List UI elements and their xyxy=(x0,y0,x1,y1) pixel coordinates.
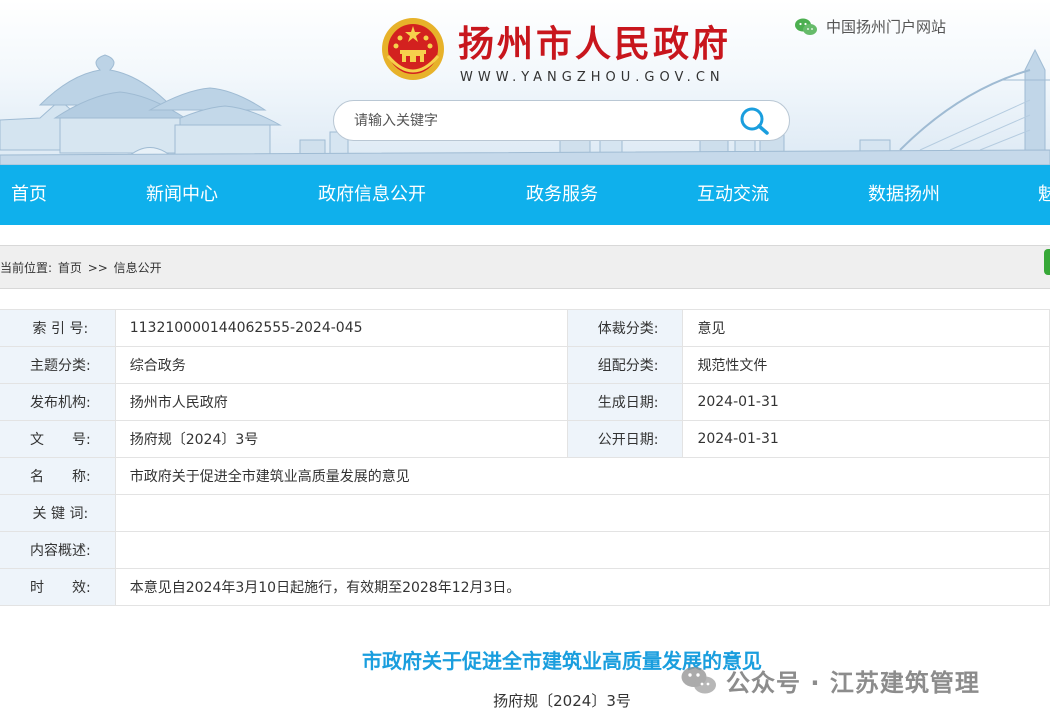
table-row: 发布机构: 扬州市人民政府 生成日期: 2024-01-31 xyxy=(0,383,1050,421)
created-value: 2024-01-31 xyxy=(682,383,1050,421)
breadcrumb-current[interactable]: 信息公开 xyxy=(114,261,162,275)
issuer-label-cell: 发布机构: xyxy=(0,383,116,421)
genre-value: 意见 xyxy=(682,309,1050,347)
table-row: 内容概述: xyxy=(0,531,1050,569)
table-row: 主题分类: 综合政务 组配分类: 规范性文件 xyxy=(0,346,1050,384)
table-row: 名 称: 市政府关于促进全市建筑业高质量发展的意见 xyxy=(0,457,1050,495)
topic-label-cell: 主题分类: xyxy=(0,346,116,384)
index-value: 113210000144062555-2024-045 xyxy=(114,309,568,347)
national-emblem-icon xyxy=(382,18,444,80)
nav-item-home[interactable]: 首页 xyxy=(11,165,47,225)
portal-link[interactable]: 中国扬州门户网站 xyxy=(794,16,946,37)
summary-label: 内容概述: xyxy=(30,543,91,559)
breadcrumb-separator: >> xyxy=(87,261,108,275)
docno-label-cell: 文 号: xyxy=(0,420,116,458)
nav-item-services[interactable]: 政务服务 xyxy=(526,165,598,225)
public-label: 公开日期: xyxy=(597,432,659,448)
nav-item-data[interactable]: 数据扬州 xyxy=(868,165,940,225)
wechat-watermark-icon xyxy=(681,666,716,693)
summary-value xyxy=(114,531,1050,569)
site-url: WWW.YANGZHOU.GOV.CN xyxy=(460,70,725,85)
public-label-cell: 公开日期: xyxy=(566,420,684,458)
side-tab[interactable] xyxy=(1044,249,1050,275)
breadcrumb: 当前位置: 首页 >> 信息公开 xyxy=(0,259,164,276)
table-row: 索 引 号: 113210000144062555-2024-045 体裁分类:… xyxy=(0,309,1050,347)
nav-item-news[interactable]: 新闻中心 xyxy=(146,165,218,225)
table-row: 时 效: 本意见自2024年3月10日起施行，有效期至2028年12月3日。 xyxy=(0,568,1050,606)
name-label-a: 名 xyxy=(30,469,44,485)
wechat-icon xyxy=(795,18,817,35)
main-nav: 首页 新闻中心 政府信息公开 政务服务 互动交流 数据扬州 魅 xyxy=(0,165,1050,225)
breadcrumb-prefix: 当前位置: xyxy=(0,261,53,275)
search-input[interactable] xyxy=(354,111,724,131)
topic-value: 综合政务 xyxy=(114,346,568,384)
nav-item-interaction[interactable]: 互动交流 xyxy=(697,165,769,225)
breadcrumb-home[interactable]: 首页 xyxy=(58,261,82,275)
docno-value: 扬府规〔2024〕3号 xyxy=(114,420,568,458)
keywords-label-cell: 关 键 词: xyxy=(0,494,116,532)
genre-label-cell: 体裁分类: xyxy=(566,309,684,347)
breadcrumb-bar: 当前位置: 首页 >> 信息公开 xyxy=(0,245,1050,289)
created-label-cell: 生成日期: xyxy=(566,383,684,421)
validity-label-cell: 时 效: xyxy=(0,568,116,606)
group-value: 规范性文件 xyxy=(682,346,1050,384)
metadata-table: 索 引 号: 113210000144062555-2024-045 体裁分类:… xyxy=(0,309,1050,606)
nav-item-gov-info[interactable]: 政府信息公开 xyxy=(318,165,426,225)
docno-label-b: 号: xyxy=(72,432,91,448)
watermark-text: 公众号 · 江苏建筑管理 xyxy=(726,669,980,697)
site-title: 扬州市人民政府 xyxy=(458,23,732,65)
index-label: 索 引 号: xyxy=(32,321,89,337)
keywords-value xyxy=(114,494,1050,532)
genre-label: 体裁分类: xyxy=(597,321,659,337)
table-row: 关 键 词: xyxy=(0,494,1050,532)
group-label: 组配分类: xyxy=(597,358,659,374)
nav-item-more[interactable]: 魅 xyxy=(1038,165,1050,225)
table-row: 文 号: 扬府规〔2024〕3号 公开日期: 2024-01-31 xyxy=(0,420,1050,458)
public-value: 2024-01-31 xyxy=(682,420,1050,458)
group-label-cell: 组配分类: xyxy=(566,346,684,384)
search-box xyxy=(333,100,790,141)
name-label-b: 称: xyxy=(72,469,91,485)
name-value: 市政府关于促进全市建筑业高质量发展的意见 xyxy=(114,457,1050,495)
portal-link-label: 中国扬州门户网站 xyxy=(826,18,947,36)
keywords-label: 关 键 词: xyxy=(32,506,89,522)
watermark: 公众号 · 江苏建筑管理 xyxy=(680,663,980,698)
summary-label-cell: 内容概述: xyxy=(0,531,116,569)
validity-label-b: 效: xyxy=(72,580,91,596)
issuer-label: 发布机构: xyxy=(30,395,91,411)
validity-value: 本意见自2024年3月10日起施行，有效期至2028年12月3日。 xyxy=(114,568,1050,606)
index-label-cell: 索 引 号: xyxy=(0,309,116,347)
issuer-value: 扬州市人民政府 xyxy=(114,383,568,421)
topic-label: 主题分类: xyxy=(30,358,91,374)
docno-label-a: 文 xyxy=(30,432,44,448)
name-label-cell: 名 称: xyxy=(0,457,116,495)
created-label: 生成日期: xyxy=(597,395,659,411)
search-icon[interactable] xyxy=(739,106,771,136)
site-header: 扬州市人民政府 WWW.YANGZHOU.GOV.CN 中国扬州门户网站 xyxy=(0,0,1050,165)
validity-label-a: 时 xyxy=(30,580,44,596)
